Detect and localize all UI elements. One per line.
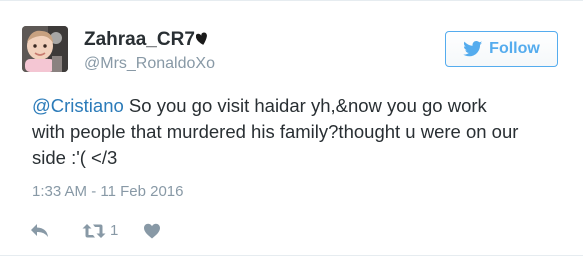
tweet-text-line3: side :'( </3 (32, 147, 118, 168)
heart-icon (144, 223, 161, 239)
retweet-button[interactable]: 1 (82, 223, 118, 239)
mention-link[interactable]: @Cristiano (32, 95, 124, 116)
follow-button-label: Follow (489, 40, 540, 57)
retweet-count: 1 (110, 222, 119, 239)
twitter-bird-icon (463, 41, 483, 57)
baby-photo-avatar-icon (22, 26, 68, 72)
tweet-text-line2: with people that murdered his family?tho… (32, 121, 519, 142)
reply-button[interactable] (30, 223, 54, 239)
tweet-card: Zahraa_CR7 @Mrs_RonaldoXo Follow @Cristi… (0, 0, 583, 256)
username[interactable]: @Mrs_RonaldoXo (84, 54, 215, 74)
user-avatar[interactable] (22, 26, 68, 72)
tweet-text: @Cristiano So you go visit haidar yh,&no… (32, 93, 572, 171)
follow-button[interactable]: Follow (445, 31, 558, 67)
like-button[interactable] (143, 223, 161, 239)
retweet-icon (82, 224, 106, 238)
black-heart-emoji-icon (195, 32, 207, 45)
reply-icon (31, 224, 48, 237)
tweet-timestamp[interactable]: 1:33 AM - 11 Feb 2016 (32, 183, 184, 201)
tweet-text-line1: So you go visit haidar yh,&now you go wo… (123, 95, 487, 116)
display-name-text: Zahraa_CR7 (84, 29, 195, 50)
display-name[interactable]: Zahraa_CR7 (84, 29, 208, 51)
tweet-actions: 1 (30, 219, 161, 243)
